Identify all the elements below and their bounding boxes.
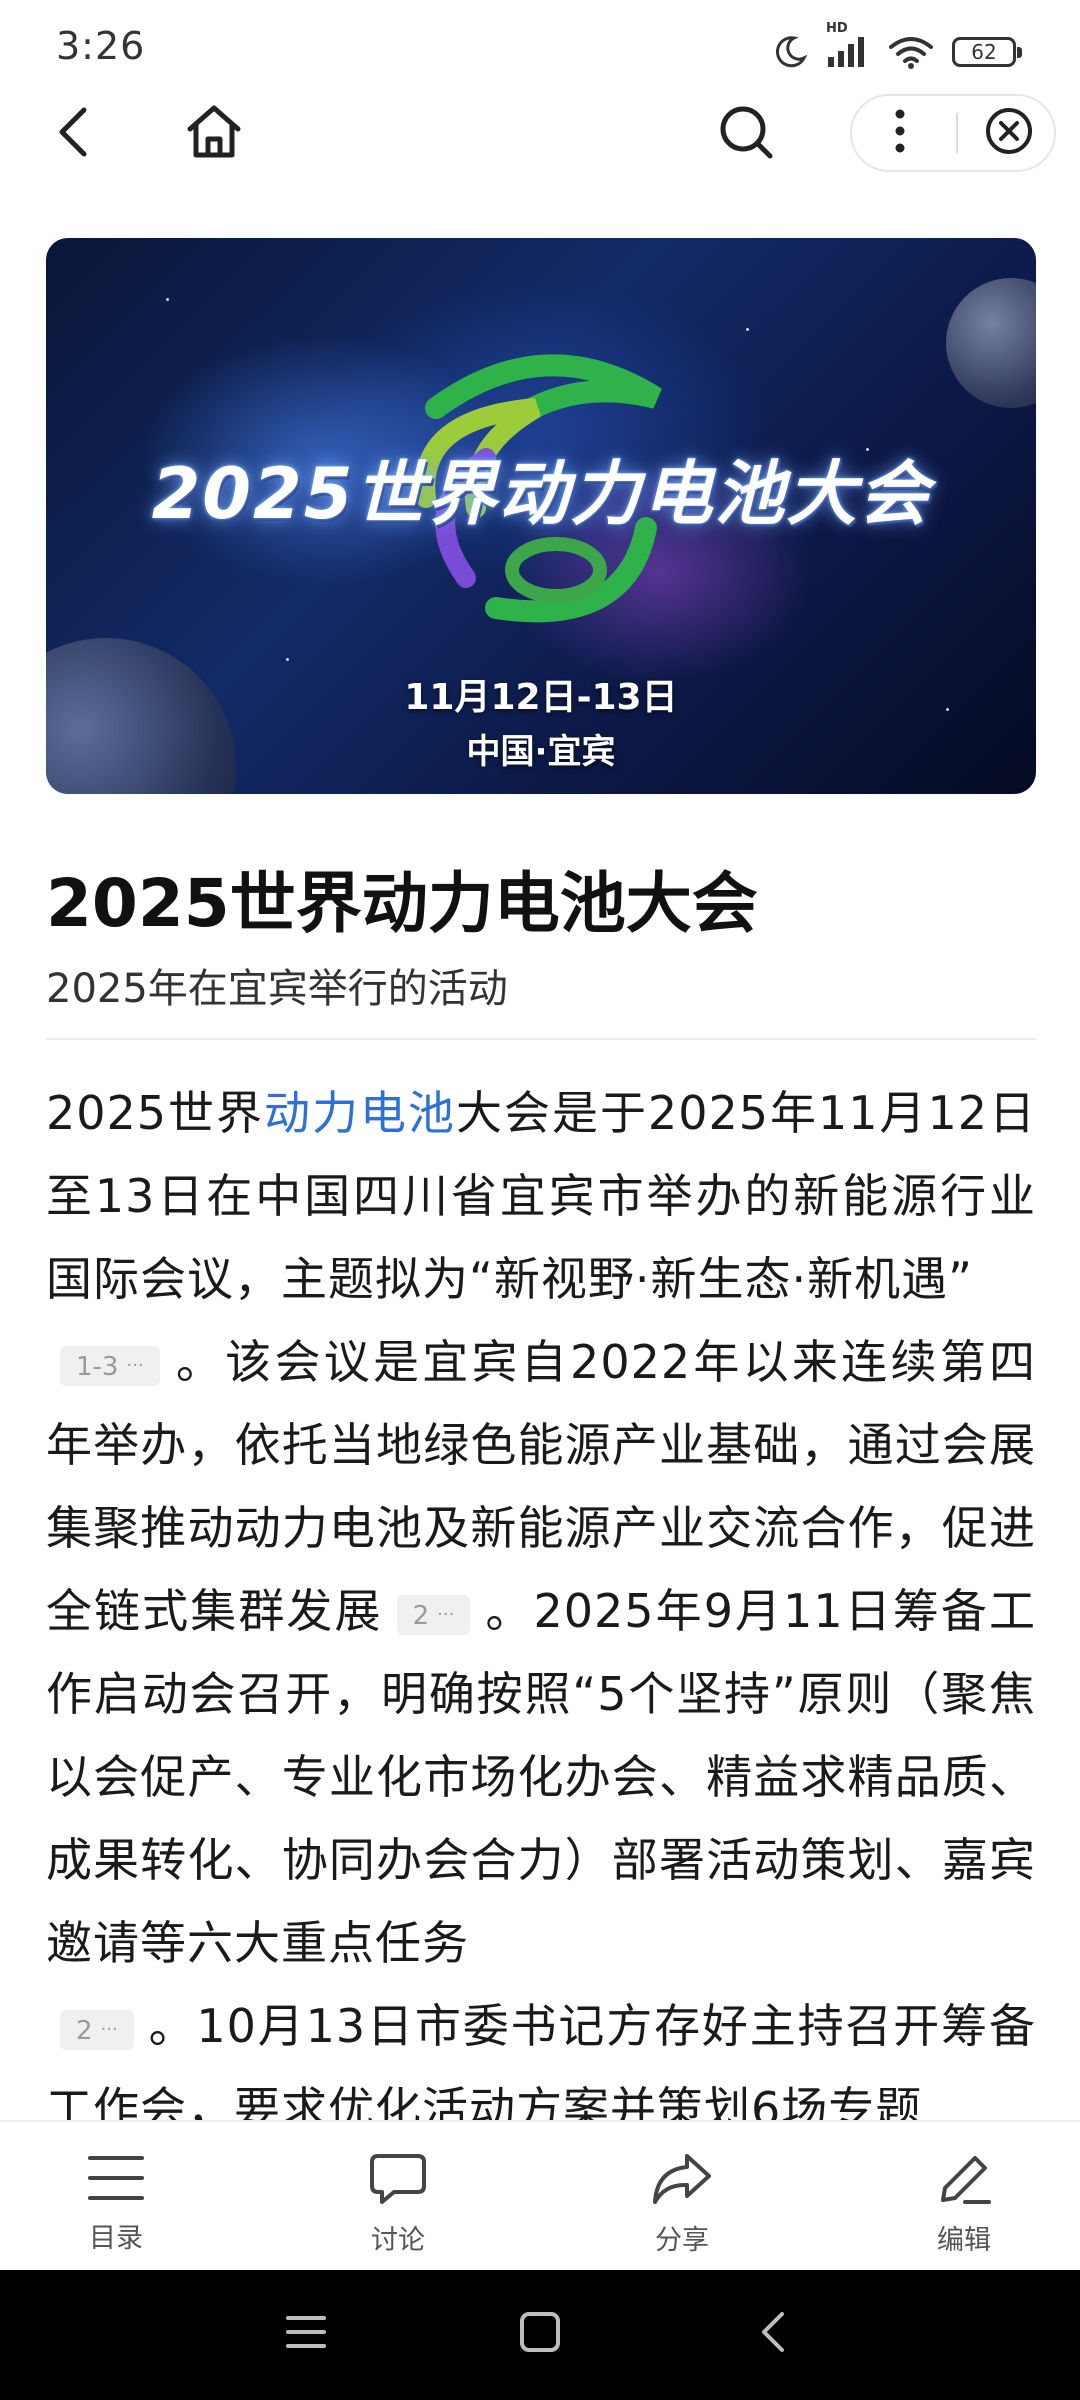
list-icon: [86, 2152, 146, 2208]
toolbar-label: 目录: [89, 2223, 143, 2254]
citation-number: 2: [412, 1600, 430, 1631]
menu-icon: [284, 2316, 328, 2358]
wifi-icon: [888, 35, 934, 69]
power-battery-link[interactable]: 动力电池: [264, 1086, 456, 1140]
close-circle-icon: [984, 106, 1034, 160]
hero-place: 中国·宜宾: [466, 732, 616, 772]
toolbar-edit-button[interactable]: 编辑: [894, 2152, 1034, 2257]
citation-tag[interactable]: 2 ···: [60, 2009, 134, 2050]
back-triangle-icon: [752, 2312, 796, 2358]
system-back-button[interactable]: [752, 2310, 796, 2358]
system-home-button[interactable]: [518, 2310, 562, 2358]
nav-bar: [0, 90, 1080, 180]
status-bar: 3:26 HD 62: [0, 0, 1080, 100]
signal-icon: HD: [826, 21, 870, 69]
more-button[interactable]: [852, 108, 948, 158]
battery-level: 62: [971, 40, 997, 64]
hero-title: 2025世界动力电池大会: [151, 453, 931, 535]
body-text: 2025世界: [46, 1086, 265, 1140]
toolbar-catalog-button[interactable]: 目录: [46, 2152, 186, 2255]
search-button[interactable]: [714, 102, 778, 166]
citation-number: 2: [76, 2015, 93, 2046]
home-icon: [184, 103, 244, 165]
capsule-divider: [956, 113, 958, 153]
mini-program-capsule: [850, 94, 1056, 172]
citation-tag[interactable]: 1-3 ···: [60, 1345, 160, 1386]
square-icon: [518, 2312, 562, 2358]
citation-tag[interactable]: 2 ···: [396, 1594, 471, 1635]
citation-more: ···: [126, 1354, 144, 1376]
citation-more: ···: [100, 2018, 118, 2040]
toolbar-discuss-button[interactable]: 讨论: [328, 2152, 468, 2257]
back-button[interactable]: [46, 104, 102, 164]
close-button[interactable]: [966, 106, 1052, 160]
article-title: 2025世界动力电池大会: [46, 865, 758, 942]
toolbar-label: 分享: [655, 2225, 709, 2256]
battery-icon: 62: [952, 37, 1022, 67]
body-text: 。10月13日市委书记方存好主持召开筹备工作会，要求优化活动方案并策划6场专题: [46, 1999, 1036, 2120]
article-subtitle: 2025年在宜宾举行的活动: [46, 966, 508, 1012]
star-decoration: [166, 298, 169, 301]
citation-more: ···: [437, 1603, 455, 1625]
toolbar-label: 编辑: [937, 2225, 991, 2256]
hero-date: 11月12日-13日: [404, 677, 678, 718]
article-body: 2025世界动力电池大会是于2025年11月12日至13日在中国四川省宜宾市举办…: [46, 1072, 1036, 2120]
toolbar-share-button[interactable]: 分享: [612, 2152, 752, 2257]
chat-bubble-icon: [368, 2152, 428, 2210]
search-icon: [716, 102, 776, 166]
status-time: 3:26: [56, 24, 146, 68]
system-nav-bar: [0, 2270, 1080, 2400]
star-decoration: [746, 328, 749, 331]
body-text: 。2025年9月11日筹备工作启动会召开，明确按照“5个坚持”原则（聚焦以会促产…: [46, 1584, 1036, 1970]
citation-number: 1-3: [76, 1351, 119, 1382]
hd-label: HD: [826, 21, 848, 36]
hero-banner[interactable]: 2025世界动力电池大会 11月12日-13日 中国·宜宾: [46, 238, 1036, 794]
share-icon: [651, 2152, 713, 2210]
back-arrow-icon: [54, 104, 94, 164]
bottom-toolbar: 目录 讨论 分享 编辑: [0, 2120, 1080, 2270]
status-icons: HD 62: [772, 21, 1022, 74]
title-divider: [46, 1038, 1036, 1040]
toolbar-label: 讨论: [371, 2225, 425, 2256]
more-vertical-icon: [894, 108, 906, 158]
do-not-disturb-icon: [772, 34, 808, 70]
system-menu-button[interactable]: [284, 2310, 328, 2358]
home-button[interactable]: [180, 102, 248, 166]
star-decoration: [286, 658, 289, 661]
planet-decoration: [946, 278, 1036, 408]
pencil-icon: [935, 2152, 993, 2210]
